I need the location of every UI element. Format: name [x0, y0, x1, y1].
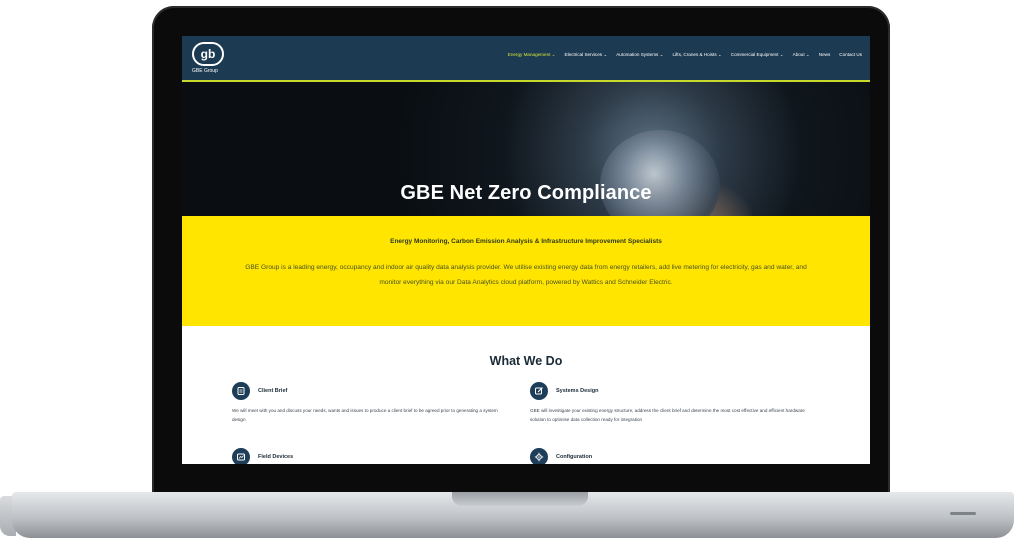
intro-heading: Energy Monitoring, Carbon Emission Analy… [390, 238, 662, 245]
service-field-devices: Field Devices [232, 448, 512, 464]
service-description: We will meet with you and discuss your n… [232, 408, 498, 422]
laptop-indicator [950, 512, 976, 515]
nav-electrical-services[interactable]: Electrical Services ⌄ [565, 52, 608, 58]
gear-icon [530, 448, 548, 464]
logo-mark: gb [192, 42, 224, 66]
what-we-do-title: What We Do [489, 354, 563, 368]
nav-automation-systems[interactable]: Automation Systems ⌄ [616, 52, 663, 58]
document-icon [232, 382, 250, 400]
nav-contact-us[interactable]: Contact Us [839, 52, 862, 58]
site-header: gb GBE Group Energy Management ⌄ Electri… [182, 36, 870, 82]
nav-energy-management[interactable]: Energy Management ⌄ [508, 52, 556, 58]
main-nav: Energy Management ⌄ Electrical Services … [508, 52, 862, 58]
nav-about[interactable]: About ⌄ [793, 52, 810, 58]
website-screen: gb GBE Group Energy Management ⌄ Electri… [182, 36, 870, 464]
laptop-notch [452, 492, 588, 506]
nav-lifts-cranes-hoists[interactable]: Lifts, Cranes & Hoists ⌄ [672, 52, 721, 58]
service-title: Client Brief [258, 388, 288, 394]
intro-body: GBE Group is a leading energy, occupancy… [245, 264, 807, 286]
chart-icon [232, 448, 250, 464]
service-systems-design: Systems Design GBE will investigate your… [530, 382, 810, 424]
nav-news[interactable]: News [819, 52, 831, 58]
hero-title: GBE Net Zero Compliance [400, 182, 652, 204]
edit-icon [530, 382, 548, 400]
service-title: Systems Design [556, 388, 599, 394]
service-title: Configuration [556, 454, 593, 460]
logo-text: GBE Group [192, 68, 218, 74]
site-logo[interactable]: gb GBE Group [192, 42, 232, 76]
intro-section: Energy Monitoring, Carbon Emission Analy… [182, 216, 870, 326]
service-title: Field Devices [258, 454, 294, 460]
service-description: GBE will investigate your existing energ… [530, 408, 805, 422]
nav-commercial-equipment[interactable]: Commercial Equipment ⌄ [731, 52, 784, 58]
service-configuration: Configuration [530, 448, 810, 464]
hero-banner: GBE Net Zero Compliance [182, 82, 870, 268]
service-client-brief: Client Brief We will meet with you and d… [232, 382, 512, 424]
